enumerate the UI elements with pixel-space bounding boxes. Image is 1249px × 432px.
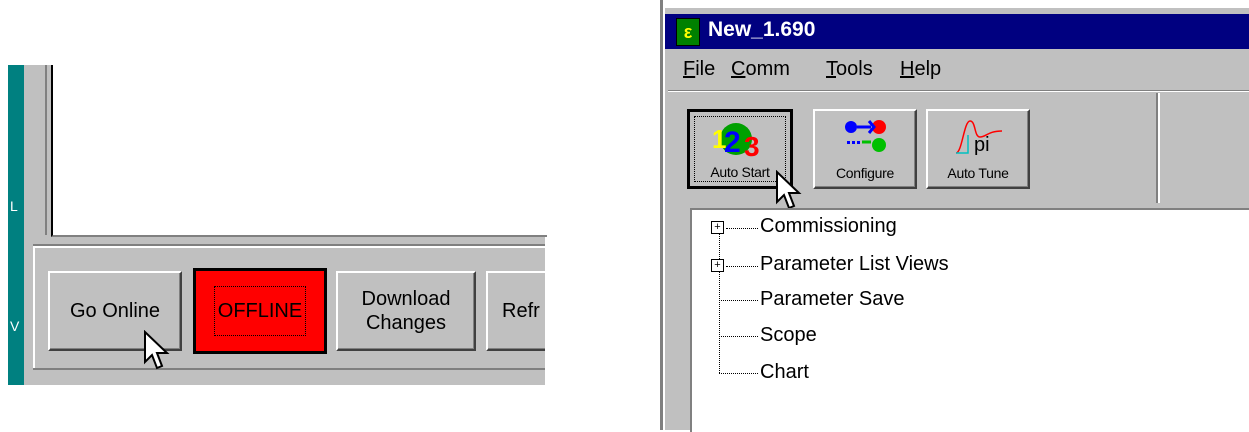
button-bar-highlight [33,246,545,248]
tree-connector [726,228,758,229]
configure-icon [845,120,886,152]
left-divider [45,65,47,235]
tree-item-scope[interactable]: Scope [760,324,817,347]
menu-help[interactable]: Help [900,58,941,81]
auto-tune-button[interactable]: pi Auto Tune [926,109,1030,189]
button-bar-bottom-edge [33,368,545,370]
configure-button[interactable]: Configure [813,109,917,189]
auto-tune-pi-icon: pi [955,120,1003,156]
configure-label: Configure [835,165,894,181]
tree-item-parameter-list-views[interactable]: Parameter List Views [760,253,949,276]
menu-file[interactable]: File [683,58,715,81]
download-label-line1: Download [361,288,451,310]
tree-item-chart[interactable]: Chart [760,361,809,384]
tree-item-parameter-save[interactable]: Parameter Save [760,288,905,311]
teal-side-strip [8,65,24,385]
app-epsilon-icon[interactable]: ε [676,18,700,46]
download-changes-button[interactable]: Download Changes [336,271,476,351]
tree-connector [726,266,758,267]
refresh-label: Refr [502,300,540,322]
strip-letter-v: V [10,318,20,334]
window-title: New_1.690 [708,18,816,41]
tree-item-commissioning[interactable]: Commissioning [760,215,897,238]
panel-crop-mask [545,240,665,380]
navigation-tree[interactable] [690,208,1249,432]
tree-connector [719,300,758,301]
svg-text:pi: pi [974,134,990,156]
download-label-line2: Changes [365,312,447,334]
offline-status-button[interactable]: OFFLINE [193,268,327,354]
strip-letter-l: L [10,198,18,214]
svg-text:2: 2 [724,126,741,159]
offline-label: OFFLINE [213,286,307,336]
expand-plus-icon[interactable]: + [711,259,724,272]
tree-connector [719,373,758,374]
menu-tools[interactable]: Tools [826,58,873,81]
auto-start-123-icon: 1 2 3 [712,123,760,162]
toolbar-separator-highlight [1158,93,1160,203]
svg-text:3: 3 [744,131,760,162]
toolbar-top-highlight [668,91,1249,92]
button-bar-left-edge [33,246,35,370]
tree-connector [719,336,758,337]
menu-comm[interactable]: Comm [731,58,790,81]
expand-plus-icon[interactable]: + [711,221,724,234]
go-online-label: Go Online [69,300,161,322]
app-icon-glyph: ε [683,21,693,42]
auto-tune-label: Auto Tune [947,165,1009,181]
left-content-area [51,65,547,237]
mouse-pointer-icon [144,330,170,370]
